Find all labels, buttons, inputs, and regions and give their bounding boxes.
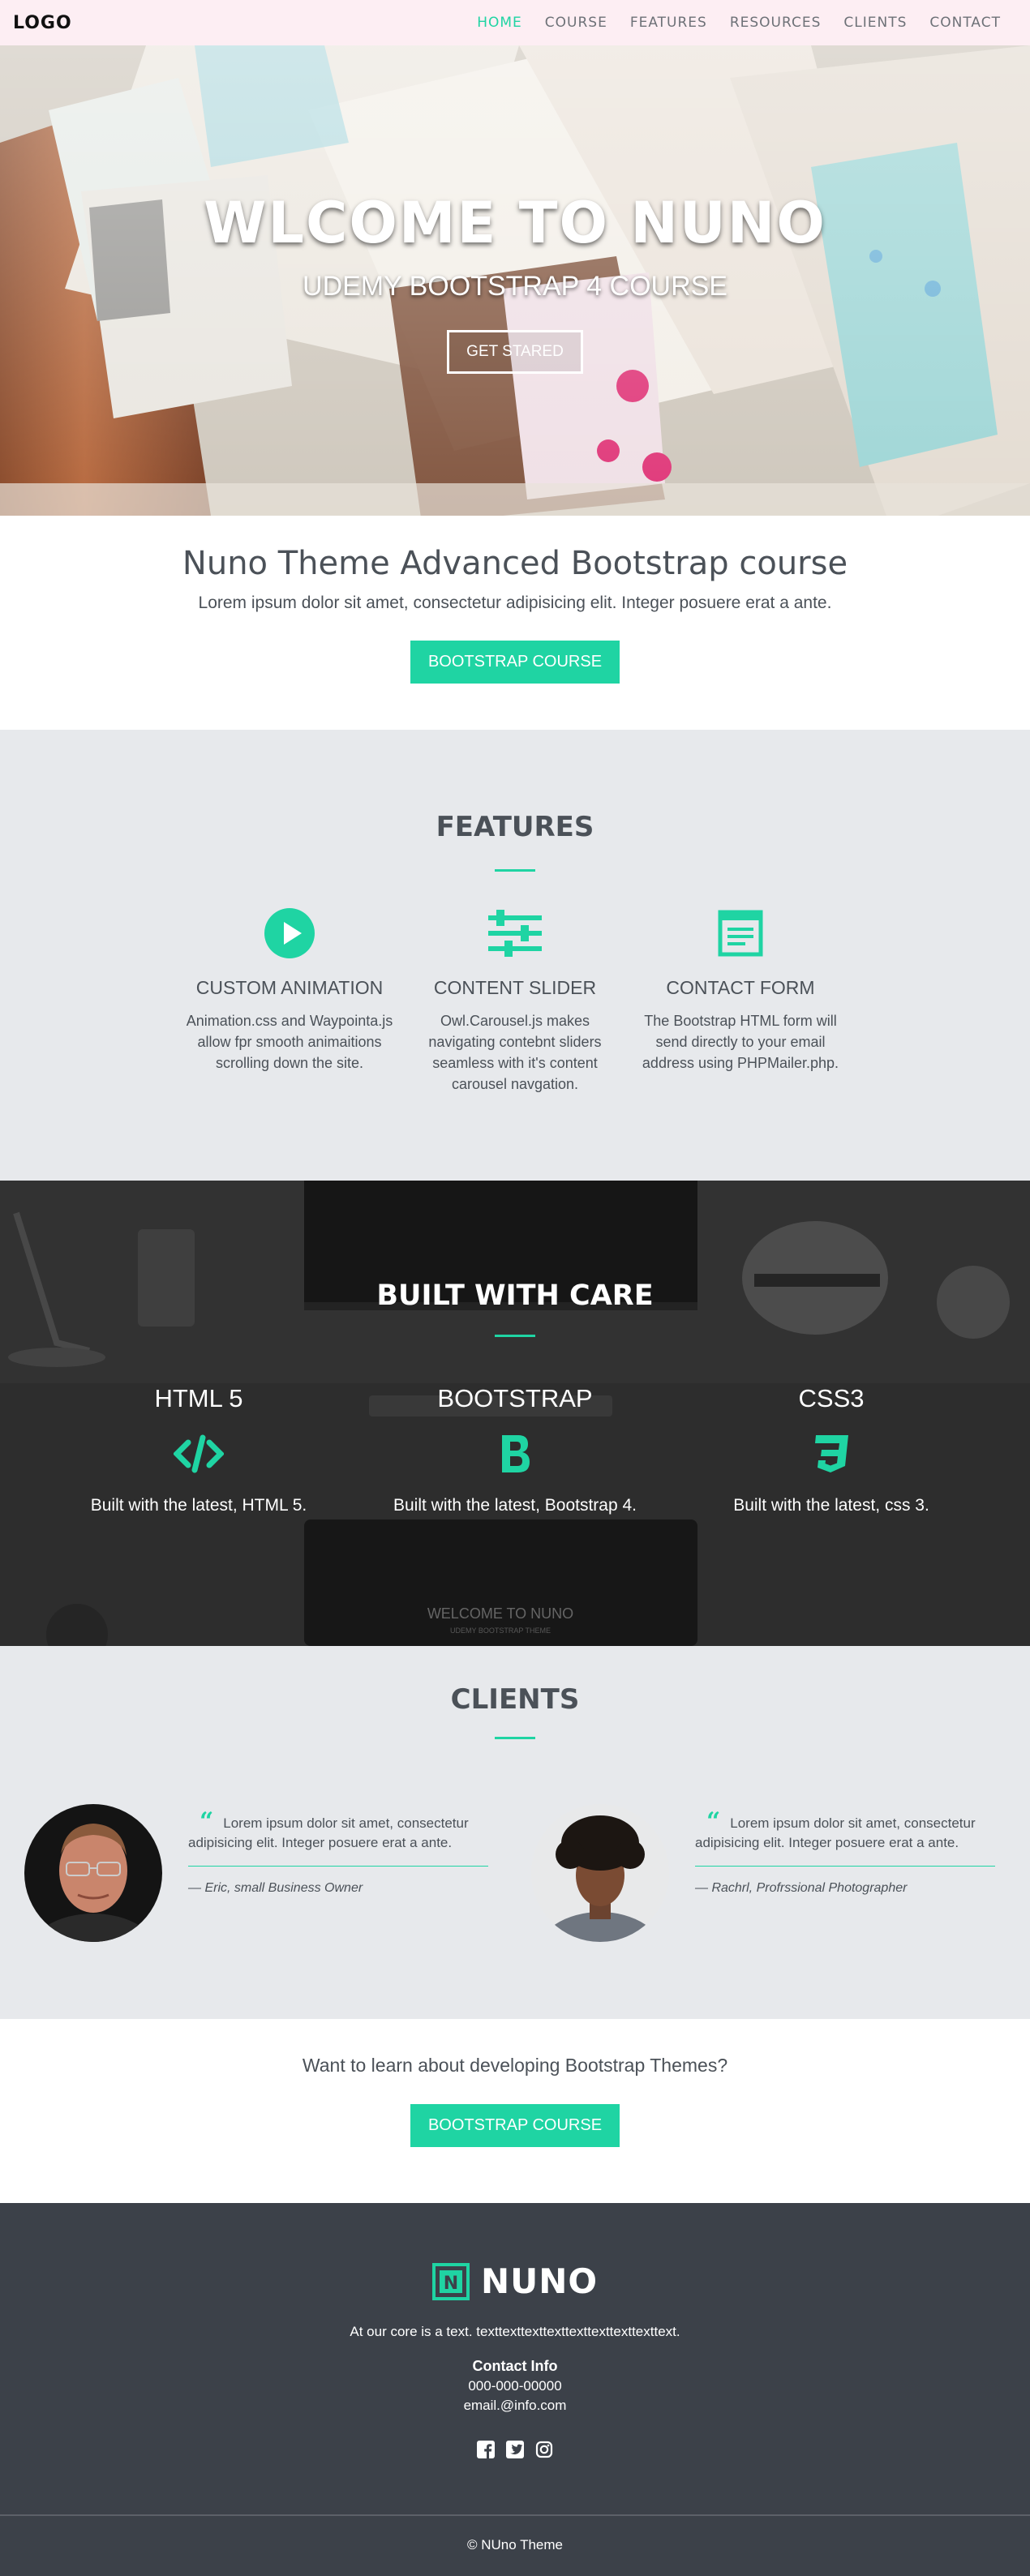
features-row: CUSTOM ANIMATION Animation.css and Waypo… [0,907,1030,1095]
quote-divider [695,1866,995,1867]
testimonial: “Lorem ipsum dolor sit amet, consectetur… [531,1804,1006,1942]
features-divider [495,869,535,872]
features-title: FEATURES [436,811,594,843]
get-started-button[interactable]: GET STARED [447,330,583,374]
hero-subtitle: UDEMY BOOTSTRAP 4 COURSE [303,271,727,302]
footer-text: At our core is a text. texttexttexttextt… [350,2324,680,2339]
feature-title: CONTACT FORM [666,977,815,998]
built-item-text: Built with the latest, Bootstrap 4. [393,1496,637,1515]
footer-brand: N NUNO [0,2261,1030,2301]
play-circle-icon [178,907,401,959]
logo[interactable]: LOGO [13,13,72,33]
quote-author: — Rachrl, Profrssional Photographer [695,1881,908,1895]
hero-section: WLCOME TO NUNO UDEMY BOOTSTRAP 4 COURSE … [0,45,1030,516]
quote-icon: “ [706,1807,721,1836]
quote-divider [188,1866,488,1867]
footer-brand-name: NUNO [480,2261,599,2301]
hero-content: WLCOME TO NUNO UDEMY BOOTSTRAP 4 COURSE … [0,190,1030,374]
copyright: © NUno Theme [0,2514,1030,2576]
nav-link-home[interactable]: HOME [477,15,522,31]
nav-link-resources[interactable]: RESOURCES [730,15,822,31]
feature-item: CONTENT SLIDER Owl.Carousel.js makes nav… [403,907,627,1095]
code-icon [49,1428,349,1480]
bootstrap-icon [365,1428,665,1480]
features-section: FEATURES CUSTOM ANIMATION Animation.css … [0,730,1030,1181]
built-item-text: Built with the latest, HTML 5. [90,1496,307,1515]
feature-text: The Bootstrap HTML form will send direct… [642,1013,839,1071]
cta-section: Want to learn about developing Bootstrap… [0,2019,1030,2203]
twitter-icon[interactable] [505,2440,525,2459]
main-nav: HOME COURSE FEATURES RESOURCES CLIENTS C… [477,15,1001,31]
nav-link-clients[interactable]: CLIENTS [843,15,907,31]
css3-icon [681,1428,981,1480]
nav-link-course[interactable]: COURSE [545,15,607,31]
built-title: BUILT WITH CARE [376,1279,654,1312]
quote-body: Lorem ipsum dolor sit amet, consectetur … [695,1815,976,1850]
clients-title: CLIENTS [450,1683,580,1716]
testimonial: “Lorem ipsum dolor sit amet, consectetur… [24,1804,499,1942]
feature-item: CONTACT FORM The Bootstrap HTML form wil… [629,907,852,1095]
avatar [24,1804,162,1942]
quote-icon: “ [200,1807,214,1836]
avatar [531,1804,669,1942]
intro-text: Lorem ipsum dolor sit amet, consectetur … [198,594,832,612]
hero-title: WLCOME TO NUNO [204,190,826,256]
sliders-icon [403,907,627,959]
intro-section: Nuno Theme Advanced Bootstrap course Lor… [0,516,1030,730]
built-item-html5: HTML 5 Built with the latest, HTML 5. [49,1384,349,1515]
instagram-icon[interactable] [534,2440,554,2459]
quote-box: “Lorem ipsum dolor sit amet, consectetur… [188,1810,488,1942]
built-item-title: CSS3 [798,1384,865,1412]
bootstrap-course-button[interactable]: BOOTSTRAP COURSE [410,641,620,684]
built-content: BUILT WITH CARE HTML 5 Built with the la… [0,1181,1030,1515]
footer: N NUNO At our core is a text. texttextte… [0,2203,1030,2514]
nav-link-contact[interactable]: CONTACT [929,15,1001,31]
nav-link-features[interactable]: FEATURES [630,15,707,31]
built-item-title: BOOTSTRAP [437,1384,593,1412]
built-row: HTML 5 Built with the latest, HTML 5. BO… [0,1384,1030,1515]
feature-title: CUSTOM ANIMATION [195,977,384,998]
quote-text: “Lorem ipsum dolor sit amet, consectetur… [188,1810,488,1853]
quote-text: “Lorem ipsum dolor sit amet, consectetur… [695,1810,995,1853]
built-item-title: HTML 5 [154,1384,243,1412]
nuno-logo-icon: N [431,2262,470,2300]
svg-text:N: N [444,2274,458,2294]
built-item-text: Built with the latest, css 3. [733,1496,929,1515]
built-item-css3: CSS3 Built with the latest, css 3. [681,1384,981,1515]
feature-text: Owl.Carousel.js makes navigating contebn… [428,1013,602,1092]
clients-section: CLIENTS “Lorem ipsum dolor sit amet, con… [0,1646,1030,2019]
built-item-bootstrap: BOOTSTRAP Built with the latest, Bootstr… [365,1384,665,1515]
clients-divider [495,1737,535,1739]
contact-email[interactable]: email.@info.com [0,2398,1030,2414]
built-divider [495,1335,535,1337]
built-with-care-section: WELCOME TO NUNO UDEMY BOOTSTRAP THEME BU… [0,1181,1030,1646]
navbar: LOGO HOME COURSE FEATURES RESOURCES CLIE… [0,0,1030,45]
intro-title: Nuno Theme Advanced Bootstrap course [182,545,848,582]
contact-title: Contact Info [472,2358,558,2374]
facebook-icon[interactable] [476,2440,496,2459]
quote-box: “Lorem ipsum dolor sit amet, consectetur… [695,1810,995,1942]
social-links [0,2440,1030,2459]
feature-item: CUSTOM ANIMATION Animation.css and Waypo… [178,907,401,1095]
cta-text: Want to learn about developing Bootstrap… [302,2055,728,2076]
feature-text: Animation.css and Waypointa.js allow fpr… [186,1013,393,1071]
cta-bootstrap-course-button[interactable]: BOOTSTRAP COURSE [410,2104,620,2147]
form-icon [629,907,852,959]
contact-phone: 000-000-00000 [468,2378,562,2394]
feature-title: CONTENT SLIDER [433,977,597,998]
quote-author: — Eric, small Business Owner [188,1881,363,1895]
quote-body: Lorem ipsum dolor sit amet, consectetur … [188,1815,469,1850]
clients-row: “Lorem ipsum dolor sit amet, consectetur… [0,1804,1030,1942]
